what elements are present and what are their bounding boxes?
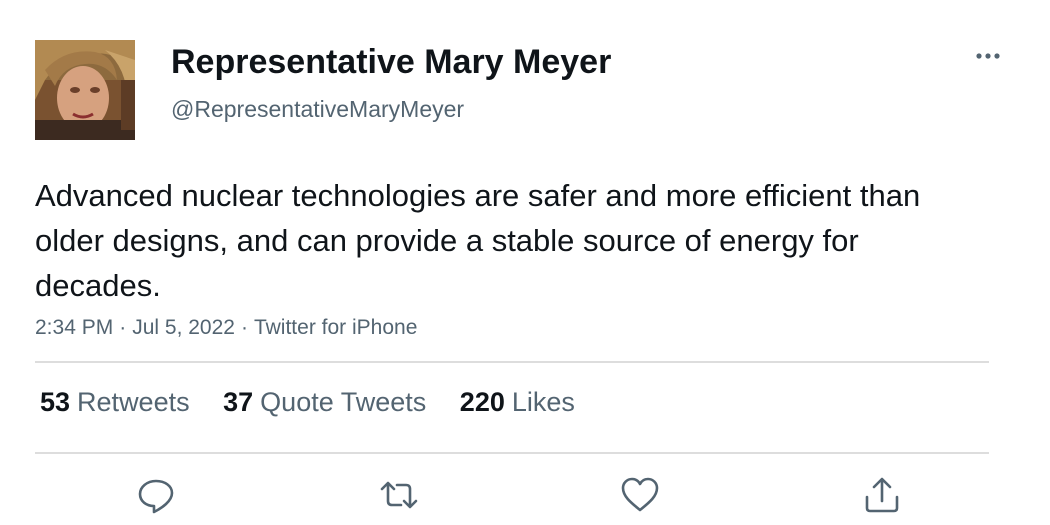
avatar[interactable] xyxy=(35,40,135,140)
meta-separator: · xyxy=(240,316,248,339)
author-handle[interactable]: @RepresentativeMaryMeyer xyxy=(171,96,464,123)
more-icon xyxy=(976,53,1000,59)
like-button[interactable] xyxy=(620,475,660,515)
tweet-meta: 2:34 PM · Jul 5, 2022 · Twitter for iPhone xyxy=(35,316,417,340)
retweet-button[interactable] xyxy=(379,475,419,515)
retweets-count: 53 xyxy=(40,387,71,417)
reply-icon xyxy=(138,479,174,514)
more-button[interactable] xyxy=(970,44,1010,68)
tweet-date[interactable]: Jul 5, 2022 xyxy=(132,316,235,339)
likes-label: Likes xyxy=(511,387,575,417)
likes-count: 220 xyxy=(459,387,505,417)
avatar-image xyxy=(35,40,135,140)
tweet-text: Advanced nuclear technologies are safer … xyxy=(35,178,921,303)
tweet-detail: Representative Mary Meyer @Representativ… xyxy=(0,0,1050,525)
divider xyxy=(35,361,989,363)
meta-separator: · xyxy=(119,316,127,339)
reply-button[interactable] xyxy=(136,475,176,515)
divider xyxy=(35,452,989,454)
retweets-stat[interactable]: 53 Retweets xyxy=(40,387,190,418)
tweet-source[interactable]: Twitter for iPhone xyxy=(254,316,417,339)
quote-tweets-count: 37 xyxy=(223,387,254,417)
retweets-label: Retweets xyxy=(77,387,190,417)
quote-tweets-stat[interactable]: 37 Quote Tweets xyxy=(223,387,426,418)
share-button[interactable] xyxy=(862,475,902,515)
tweet-actions xyxy=(0,475,1050,515)
retweet-icon xyxy=(380,481,418,509)
author-display-name[interactable]: Representative Mary Meyer xyxy=(171,43,611,82)
tweet-time[interactable]: 2:34 PM xyxy=(35,316,113,339)
like-icon xyxy=(621,477,659,512)
quote-tweets-label: Quote Tweets xyxy=(260,387,427,417)
likes-stat[interactable]: 220 Likes xyxy=(460,387,575,418)
share-icon xyxy=(865,477,899,513)
tweet-stats: 53 Retweets 37 Quote Tweets 220 Likes xyxy=(40,387,601,418)
